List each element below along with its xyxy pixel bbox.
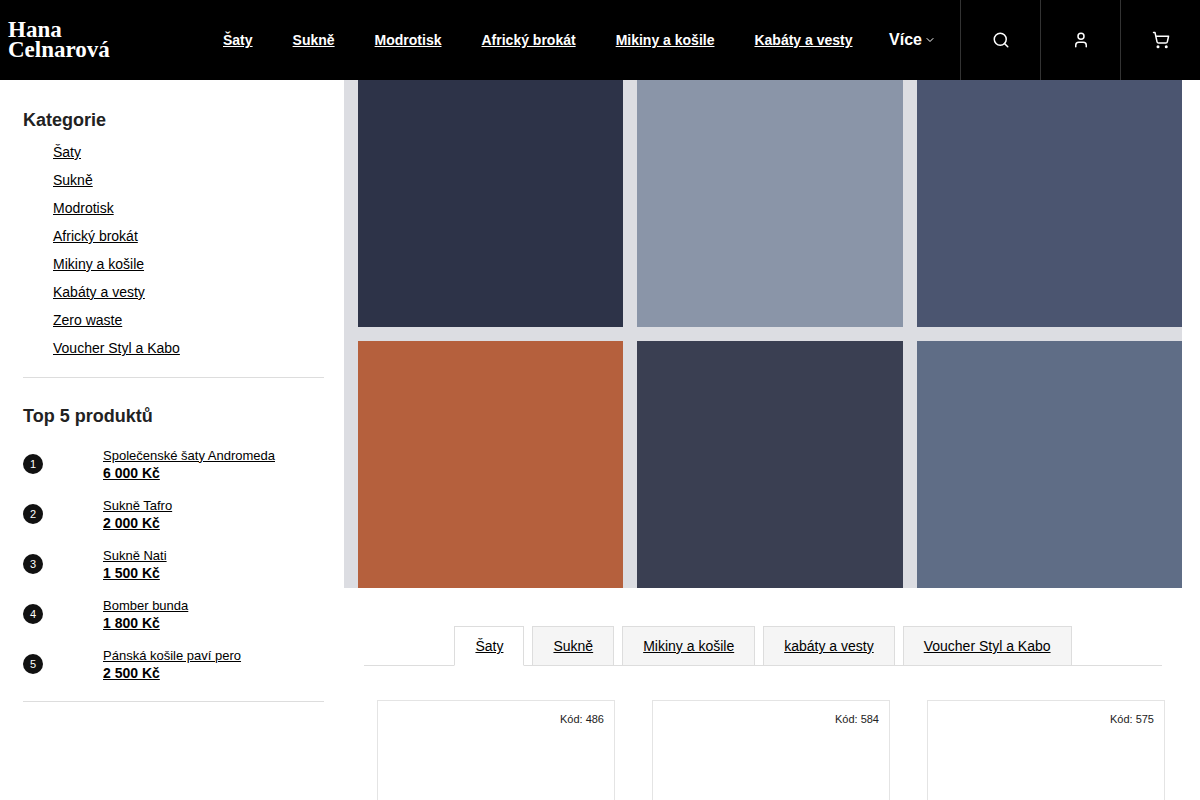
divider: [23, 377, 324, 378]
product-price[interactable]: 1 500 Kč: [103, 565, 167, 581]
top-products: 1 Společenské šaty Andromeda 6 000 Kč 2 Sukn…: [23, 439, 324, 701]
top-product-row: 5 Pánská košile paví pero 2 500 Kč: [23, 639, 324, 689]
category-link[interactable]: Šaty: [53, 144, 81, 160]
categories-title: Kategorie: [23, 110, 324, 131]
top-product-row: 1 Společenské šaty Andromeda 6 000 Kč: [23, 439, 324, 489]
header-actions: [960, 0, 1200, 80]
cart-icon: [1152, 31, 1170, 49]
tab[interactable]: kabáty a vesty: [763, 626, 895, 666]
cart-button[interactable]: [1120, 0, 1200, 80]
product-name[interactable]: Sukně Nati: [103, 548, 167, 563]
category-list: Šaty Sukně Modrotisk Africký brokát Mikiny a…: [23, 143, 324, 377]
product-price[interactable]: 6 000 Kč: [103, 465, 275, 481]
category-link[interactable]: Voucher Styl a Kabo: [53, 340, 180, 356]
product-card[interactable]: Kód: 575: [927, 700, 1165, 800]
nav-link[interactable]: Africký brokát: [481, 32, 575, 48]
product-price[interactable]: 2 000 Kč: [103, 515, 172, 531]
product-price[interactable]: 2 500 Kč: [103, 665, 241, 681]
category-link[interactable]: Sukně: [53, 172, 93, 188]
tab[interactable]: Mikiny a košile: [622, 626, 755, 666]
account-button[interactable]: [1040, 0, 1120, 80]
category-link[interactable]: Kabáty a vesty: [53, 284, 145, 300]
category-link[interactable]: Mikiny a košile: [53, 256, 144, 272]
search-icon: [992, 31, 1010, 49]
sidebar: Kategorie Šaty Sukně Modrotisk Africký broká…: [0, 80, 344, 800]
top-product-row: 4 Bomber bunda 1 800 Kč: [23, 589, 324, 639]
product-name[interactable]: Bomber bunda: [103, 598, 188, 613]
user-icon: [1072, 31, 1090, 49]
product-code: Kód: 584: [835, 713, 879, 800]
rank-badge: 5: [23, 654, 43, 674]
chevron-down-icon: [924, 34, 936, 46]
more-menu[interactable]: Více: [889, 31, 936, 49]
nav-link[interactable]: Mikiny a košile: [616, 32, 715, 48]
header: HanaCelnarová Šaty Sukně Modrotisk Africký b…: [0, 0, 1200, 80]
rank-badge: 4: [23, 604, 43, 624]
tab[interactable]: Sukně: [532, 626, 614, 666]
product-name[interactable]: Společenské šaty Andromeda: [103, 448, 275, 463]
nav-link[interactable]: Sukně: [293, 32, 335, 48]
rank-badge: 1: [23, 454, 43, 474]
main-nav: Šaty Sukně Modrotisk Africký brokát Mikiny a…: [198, 32, 915, 48]
category-link[interactable]: Zero waste: [53, 312, 122, 328]
product-name[interactable]: Sukně Tafro: [103, 498, 172, 513]
product-card[interactable]: Kód: 584: [652, 700, 890, 800]
divider: [23, 701, 324, 702]
product-card[interactable]: Kód: 486: [377, 700, 615, 800]
rank-badge: 3: [23, 554, 43, 574]
nav-link[interactable]: Šaty: [223, 32, 253, 48]
top-product-row: 3 Sukně Nati 1 500 Kč: [23, 539, 324, 589]
product-name[interactable]: Pánská košile paví pero: [103, 648, 241, 663]
product-code: Kód: 486: [560, 713, 604, 800]
tab[interactable]: Šaty: [454, 626, 524, 666]
tab[interactable]: Voucher Styl a Kabo: [903, 626, 1072, 666]
hero-image: [344, 80, 1182, 588]
category-link[interactable]: Modrotisk: [53, 200, 114, 216]
nav-link[interactable]: Modrotisk: [375, 32, 442, 48]
product-grid: Kód: 486 Kód: 584 Kód: 575: [344, 666, 1182, 800]
logo[interactable]: HanaCelnarová: [8, 20, 198, 60]
product-code: Kód: 575: [1110, 713, 1154, 800]
product-tabs: ŠatySukněMikiny a košilekabáty a vestyVo…: [364, 626, 1162, 666]
category-link[interactable]: Africký brokát: [53, 228, 138, 244]
top-products-title: Top 5 produktů: [23, 406, 324, 427]
product-price[interactable]: 1 800 Kč: [103, 615, 188, 631]
nav-link[interactable]: Kabáty a vesty: [754, 32, 852, 48]
search-button[interactable]: [960, 0, 1040, 80]
rank-badge: 2: [23, 504, 43, 524]
top-product-row: 2 Sukně Tafro 2 000 Kč: [23, 489, 324, 539]
